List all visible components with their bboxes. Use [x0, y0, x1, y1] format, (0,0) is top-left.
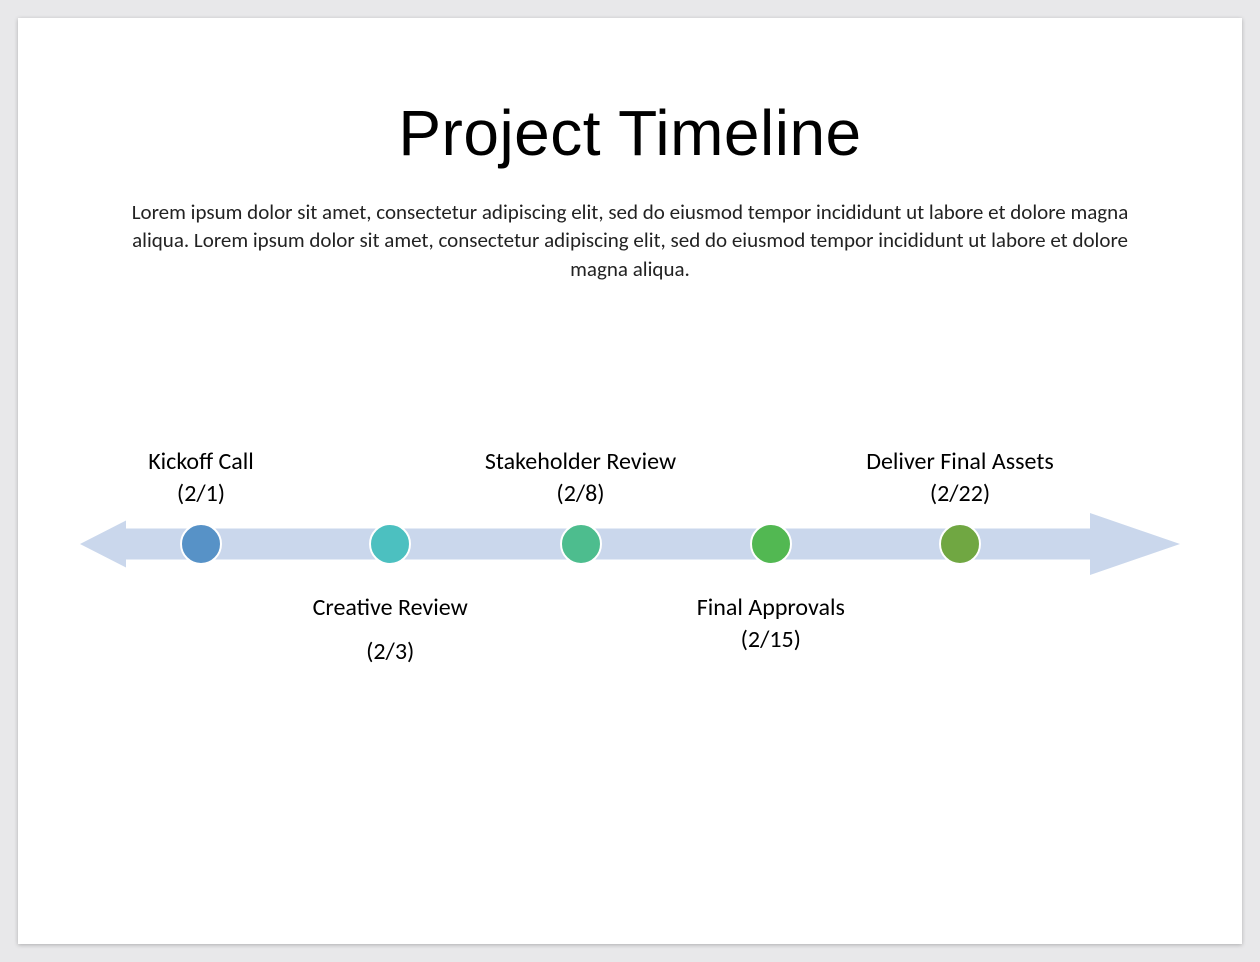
timeline: Kickoff Call(2/1) Creative Review (2/3) Sta… [80, 393, 1180, 723]
milestone-date: (2/15) [671, 625, 871, 654]
milestone-0: Kickoff Call(2/1) [101, 447, 301, 508]
slide-description: Lorem ipsum dolor sit amet, consectetur … [120, 198, 1140, 283]
milestone-dot-4 [939, 523, 981, 565]
milestone-1: Creative Review (2/3) [290, 593, 490, 666]
milestone-label: Deliver Final Assets [860, 447, 1060, 477]
milestone-date: (2/8) [481, 479, 681, 508]
milestone-dot-0 [180, 523, 222, 565]
milestone-label: Final Approvals [671, 593, 871, 623]
slide-title: Project Timeline [78, 96, 1182, 170]
slide-canvas: Project Timeline Lorem ipsum dolor sit a… [18, 18, 1242, 944]
timeline-arrow-icon [80, 513, 1180, 575]
milestone-date: (2/22) [860, 479, 1060, 508]
milestone-label: Creative Review [290, 593, 490, 623]
milestone-label: Stakeholder Review [481, 447, 681, 477]
milestone-dot-2 [560, 523, 602, 565]
milestone-date: (2/1) [101, 479, 301, 508]
milestone-4: Deliver Final Assets(2/22) [860, 447, 1060, 508]
milestone-date: (2/3) [290, 637, 490, 666]
arrow-shape [80, 513, 1180, 575]
milestone-2: Stakeholder Review(2/8) [481, 447, 681, 508]
milestone-label: Kickoff Call [101, 447, 301, 477]
milestone-3: Final Approvals(2/15) [671, 593, 871, 654]
milestone-dot-3 [750, 523, 792, 565]
milestone-dot-1 [369, 523, 411, 565]
